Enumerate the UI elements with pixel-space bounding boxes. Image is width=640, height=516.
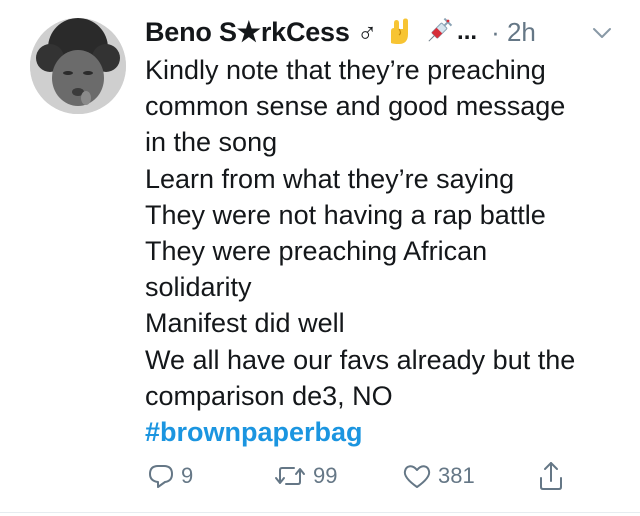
timestamp[interactable]: · 2h (491, 17, 536, 48)
avatar[interactable] (30, 18, 126, 114)
retweet-button[interactable]: 99 (273, 458, 337, 494)
tweet-header: Beno S★rkCess ♂ ... · 2h (145, 14, 625, 50)
divider (0, 512, 640, 513)
tweet-line: comparison de3, NO (145, 380, 393, 411)
like-button[interactable]: 381 (402, 458, 475, 494)
tweet-line: common sense and good message (145, 91, 566, 122)
tweet-line: solidarity (145, 272, 252, 303)
name-ellipsis: ... (457, 18, 478, 45)
share-button[interactable] (537, 458, 565, 494)
tweet[interactable]: Beno S★rkCess ♂ ... · 2h Kindly note tha… (0, 0, 640, 516)
retweet-count: 99 (313, 463, 338, 488)
syringe-emoji (423, 17, 453, 47)
author-name[interactable]: Beno S★rkCess ♂ (145, 17, 377, 48)
tweet-line: We all have our favs already but the (145, 344, 576, 375)
tweet-line: They were preaching African (145, 236, 488, 267)
tweet-line: Learn from what they’re saying (145, 163, 515, 194)
tweet-line: Kindly note that they’re preaching (145, 55, 546, 85)
reply-count: 9 (181, 463, 194, 488)
share-icon (537, 460, 565, 492)
tweet-line: in the song (145, 127, 278, 158)
retweet-icon (273, 462, 307, 490)
like-count: 381 (438, 463, 475, 488)
chevron-down-icon[interactable] (591, 22, 613, 49)
like-icon (402, 462, 432, 490)
tweet-line: Manifest did well (145, 308, 345, 339)
hashtag-link[interactable]: #brownpaperbag (145, 414, 630, 450)
tweet-line: They were not having a rap battle (145, 199, 546, 230)
sign-of-the-horns-emoji (385, 17, 415, 47)
reply-icon (147, 462, 175, 490)
reply-button[interactable]: 9 (147, 458, 193, 494)
tweet-text: Kindly note that they’re preaching commo… (145, 52, 630, 450)
tweet-actions: 9 99 381 (145, 458, 625, 494)
